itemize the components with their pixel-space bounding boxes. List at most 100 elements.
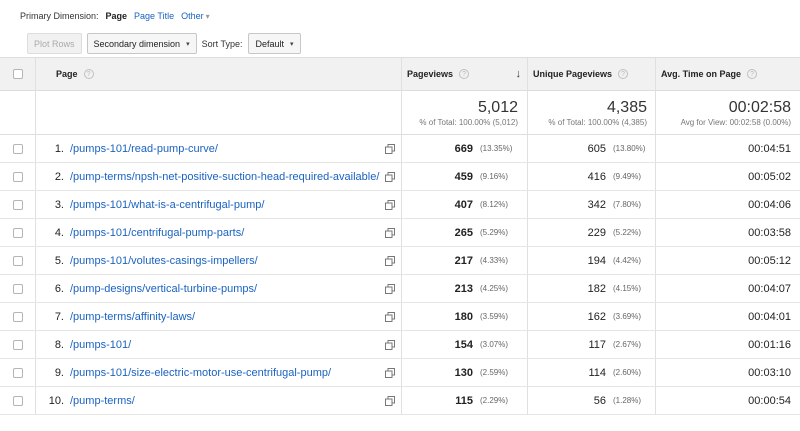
open-in-new-window-icon[interactable] <box>385 311 395 322</box>
open-in-new-window-icon[interactable] <box>385 227 395 238</box>
avg-time-cell: 00:01:16 <box>656 331 800 358</box>
pageviews-value: 213 <box>454 282 473 295</box>
table-row: 1. /pumps-101/read-pump-curve/ 669 (13.35%… <box>0 135 800 163</box>
row-checkbox[interactable] <box>12 311 23 322</box>
pageviews-percent: (9.16%) <box>480 172 509 181</box>
pageviews-column-header[interactable]: Pageviews? ↓ <box>402 58 528 90</box>
chevron-down-icon: ▾ <box>186 40 190 48</box>
open-in-new-window-icon[interactable] <box>385 283 395 294</box>
pageviews-value: 180 <box>454 310 473 323</box>
row-select-cell <box>0 387 36 414</box>
unique-pageviews-cell: 162 (3.69%) <box>528 303 656 330</box>
table-row: 3. /pumps-101/what-is-a-centrifugal-pump/… <box>0 191 800 219</box>
page-column-header[interactable]: Page? <box>36 58 402 90</box>
page-link[interactable]: /pump-designs/vertical-turbine-pumps/ <box>70 283 385 295</box>
row-checkbox[interactable] <box>12 255 23 266</box>
total-avg-time-cell: 00:02:58 Avg for View: 00:02:58 (0.00%) <box>656 91 800 134</box>
unique-pageviews-percent: (1.28%) <box>613 396 642 405</box>
avg-time-cell: 00:04:51 <box>656 135 800 162</box>
unique-pageviews-value: 114 <box>588 366 606 379</box>
row-select-cell <box>0 219 36 246</box>
avg-time-value: 00:03:58 <box>748 226 791 239</box>
select-all-checkbox[interactable] <box>12 69 23 79</box>
open-in-new-window-icon[interactable] <box>385 395 395 406</box>
page-link[interactable]: /pump-terms/npsh-net-positive-suction-he… <box>70 171 385 183</box>
total-pageviews-percent: % of Total: 100.00% (5,012) <box>419 117 518 127</box>
open-in-new-window-icon[interactable] <box>385 339 395 350</box>
page-link[interactable]: /pumps-101/read-pump-curve/ <box>70 143 385 155</box>
avg-time-column-header[interactable]: Avg. Time on Page? <box>656 58 800 90</box>
page-cell: 10. /pump-terms/ <box>36 387 402 414</box>
row-checkbox[interactable] <box>12 199 23 210</box>
row-rank: 5. <box>54 254 64 267</box>
row-checkbox[interactable] <box>12 171 23 182</box>
secondary-dimension-dropdown[interactable]: Secondary dimension ▾ <box>86 33 197 54</box>
avg-time-value: 00:05:12 <box>748 254 791 267</box>
pageviews-cell: 669 (13.35%) <box>402 135 528 162</box>
plot-rows-button[interactable]: Plot Rows <box>27 33 82 54</box>
row-select-cell <box>0 303 36 330</box>
dimension-page-option[interactable]: Page <box>106 11 128 21</box>
page-link[interactable]: /pumps-101/volutes-casings-impellers/ <box>70 255 385 267</box>
secondary-dimension-label: Secondary dimension <box>93 38 181 49</box>
unique-pageviews-cell: 416 (9.49%) <box>528 163 656 190</box>
page-cell: 6. /pump-designs/vertical-turbine-pumps/ <box>36 275 402 302</box>
row-checkbox[interactable] <box>12 395 23 406</box>
avg-for-view: Avg for View: 00:02:58 (0.00%) <box>680 117 791 127</box>
open-in-new-window-icon[interactable] <box>385 367 395 378</box>
help-icon[interactable]: ? <box>618 69 629 79</box>
select-all-cell <box>0 58 36 90</box>
unique-pageviews-value: 162 <box>587 310 606 323</box>
unique-pageviews-cell: 229 (5.22%) <box>528 219 656 246</box>
unique-pageviews-cell: 605 (13.80%) <box>528 135 656 162</box>
total-unique-pageviews-cell: 4,385% of Total: 100.00% (4,385) <box>528 91 656 134</box>
page-cell: 2. /pump-terms/npsh-net-positive-suction-… <box>36 163 402 190</box>
help-icon[interactable]: ? <box>83 69 94 79</box>
open-in-new-window-icon[interactable] <box>385 171 395 182</box>
row-checkbox[interactable] <box>12 143 23 154</box>
open-in-new-window-icon[interactable] <box>385 143 395 154</box>
open-in-new-window-icon[interactable] <box>385 255 395 266</box>
total-pageviews: 5,012 <box>477 98 518 116</box>
row-checkbox[interactable] <box>12 283 23 294</box>
table-row: 10. /pump-terms/ 115 (2.29%) 56 (1.28%) 00:… <box>0 387 800 415</box>
avg-time-value: 00:04:07 <box>748 282 791 295</box>
unique-pageviews-percent: (2.60%) <box>613 368 642 377</box>
dimension-other-option[interactable]: Other ▾ <box>181 11 217 21</box>
table-row: 6./pump-designs/vertical-turbine-pumps/ … <box>0 275 800 303</box>
avg-time-cell: 00:05:02 <box>656 163 800 190</box>
avg-time-header-label: Avg. Time on Page <box>661 69 742 79</box>
open-in-new-window-icon[interactable] <box>385 199 395 210</box>
page-link[interactable]: /pumps-101/ <box>70 339 385 351</box>
avg-time-value: 00:01:16 <box>748 338 791 351</box>
pageviews-percent: (8.12%) <box>480 200 509 209</box>
pageviews-header-label: Pageviews <box>407 69 454 79</box>
table-row: 4. /pumps-101/centrifugal-pump-parts/ 265… <box>0 219 800 247</box>
pageviews-cell: 459 (9.16%) <box>402 163 528 190</box>
pageviews-value: 217 <box>454 254 473 267</box>
page-link[interactable]: /pumps-101/centrifugal-pump-parts/ <box>70 227 385 239</box>
page-link[interactable]: /pumps-101/size-electric-motor-use-centr… <box>70 367 385 379</box>
unique-pageviews-column-header[interactable]: Unique Pageviews? <box>528 58 656 90</box>
row-select-cell <box>0 275 36 302</box>
dimension-page-title-option[interactable]: Page Title <box>134 11 174 21</box>
avg-time-value: 00:04:01 <box>748 310 791 323</box>
page-link[interactable]: /pumps-101/what-is-a-centrifugal-pump/ <box>70 199 385 211</box>
pageviews-cell: 115 (2.29%) <box>402 387 528 414</box>
help-icon[interactable]: ? <box>747 69 758 79</box>
page-link[interactable]: /pump-terms/affinity-laws/ <box>70 311 385 323</box>
unique-pageviews-cell: 56 (1.28%) <box>528 387 656 414</box>
row-checkbox[interactable] <box>12 367 23 378</box>
row-checkbox[interactable] <box>12 339 23 350</box>
sort-type-dropdown[interactable]: Default ▾ <box>248 33 301 54</box>
chevron-down-icon: ▾ <box>289 40 294 48</box>
pageviews-percent: (2.29%) <box>480 396 509 405</box>
pageviews-cell: 130 (2.59%) <box>402 359 528 386</box>
pageviews-value: 130 <box>454 366 473 379</box>
page-link[interactable]: /pump-terms/ <box>70 395 385 407</box>
unique-pageviews-cell: 182 (4.15%) <box>528 275 656 302</box>
row-rank: 3. <box>54 198 64 211</box>
help-icon[interactable]: ? <box>459 69 470 79</box>
pageviews-cell: 213 (4.25%) <box>402 275 528 302</box>
row-checkbox[interactable] <box>12 227 23 238</box>
